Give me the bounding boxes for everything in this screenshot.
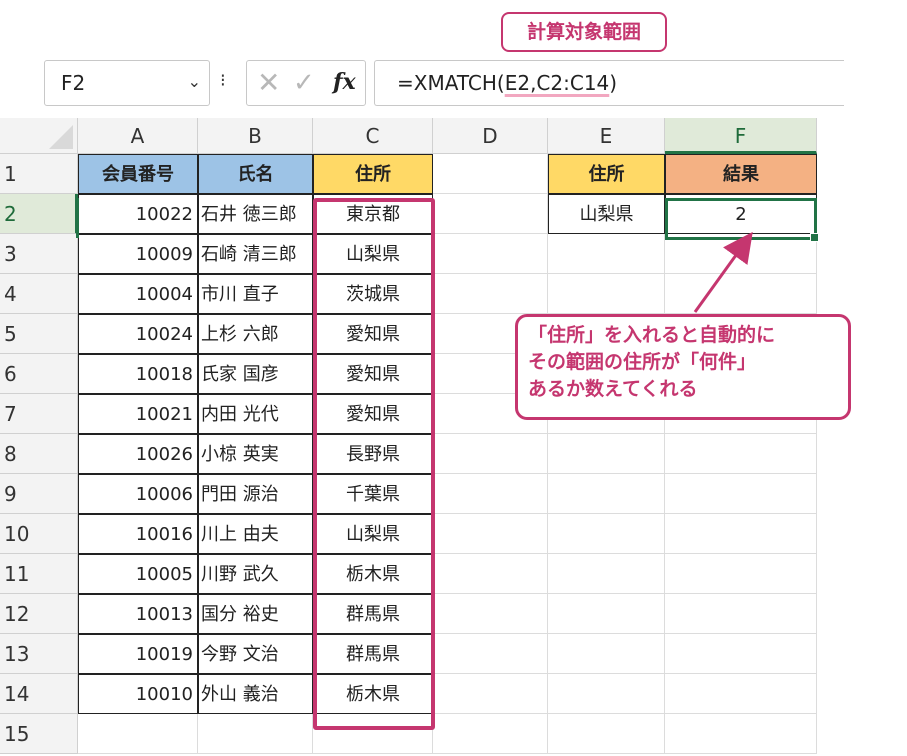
explanation-callout: 「住所」を入れると自動的に その範囲の住所が「何件」 あるか数えてくれる [515,314,851,420]
